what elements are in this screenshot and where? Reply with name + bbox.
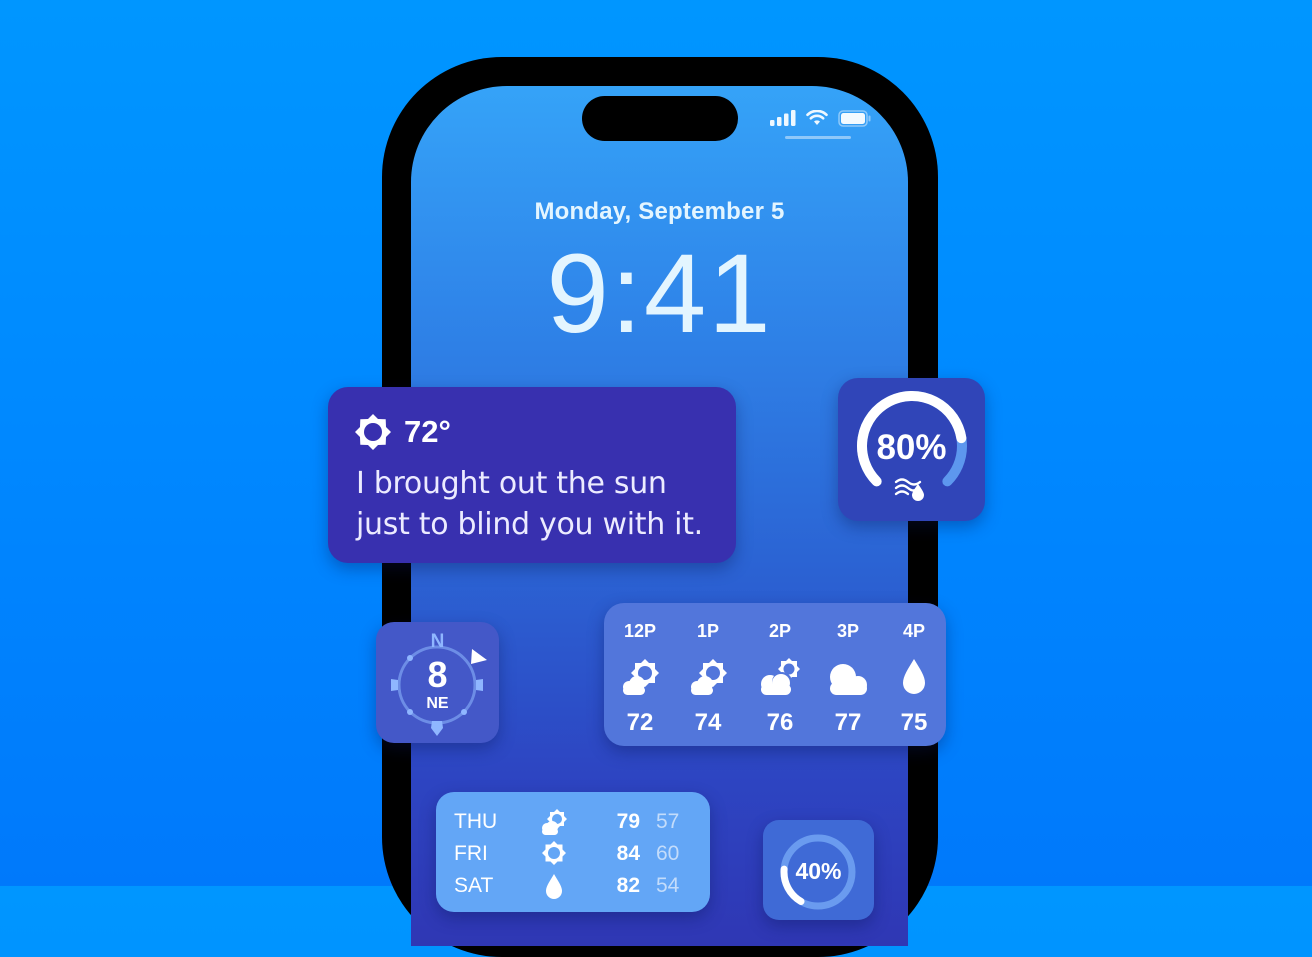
partly-sunny-icon: [542, 809, 567, 835]
compass-north-label: N: [430, 631, 445, 652]
humidity-icon: [894, 478, 924, 501]
low-temp: 57: [656, 810, 680, 833]
day-label: THU: [454, 810, 498, 833]
low-temp: 54: [656, 874, 680, 897]
low-temp: 60: [656, 842, 680, 865]
partly-sunny-icon: [691, 659, 727, 695]
high-temp: 84: [616, 842, 640, 865]
cellular-signal-icon: [770, 110, 796, 126]
hourly-temp: 75: [900, 709, 928, 736]
hourly-time: 1P: [696, 621, 720, 641]
high-temp: 82: [616, 874, 640, 897]
quote-line-1: I brought out the sun: [356, 466, 667, 501]
weather-quote-widget[interactable]: 72° I brought out the sun just to blind …: [328, 387, 736, 563]
current-temperature: 72°: [404, 414, 451, 449]
wifi-icon: [806, 110, 828, 125]
mostly-cloudy-icon: [761, 658, 800, 695]
dynamic-island: [582, 96, 738, 141]
battery-icon: [838, 109, 871, 127]
humidity-value: 80%: [876, 428, 947, 467]
lock-screen-date: Monday, September 5: [534, 198, 785, 225]
wind-direction: NE: [426, 695, 449, 712]
hourly-temp: 74: [694, 709, 722, 736]
daily-row: THU 79 57: [436, 806, 710, 838]
sun-icon: [542, 841, 566, 865]
daily-row: FRI 84 60: [436, 838, 710, 870]
weather-quote-text: I brought out the sun just to blind you …: [356, 463, 703, 545]
humidity-widget[interactable]: 80%: [838, 378, 985, 521]
quote-line-2: just to blind you with it.: [356, 507, 703, 542]
high-temp: 79: [616, 810, 640, 833]
cloud-icon: [830, 664, 867, 695]
hourly-forecast-widget[interactable]: 12P 72 1P 74 2P 76 3P 77 4P 75: [604, 603, 946, 746]
partly-sunny-icon: [623, 659, 659, 695]
hourly-time: 2P: [768, 621, 792, 641]
hourly-temp: 72: [626, 709, 654, 736]
hourly-temp: 76: [766, 709, 794, 736]
hourly-time: 4P: [902, 621, 926, 641]
hourly-time: 12P: [623, 621, 657, 641]
sun-icon: [355, 414, 391, 450]
wind-widget[interactable]: N 8 NE: [376, 622, 499, 743]
daily-forecast-widget[interactable]: THU 79 57 FRI 84 60 SAT 82 54: [436, 792, 710, 912]
day-label: SAT: [454, 874, 494, 897]
lock-screen-time: 9:41: [546, 231, 773, 356]
wind-speed: 8: [427, 654, 448, 695]
status-indicator-line: [785, 136, 851, 139]
hourly-time: 3P: [836, 621, 860, 641]
precipitation-chance-widget[interactable]: 40%: [763, 820, 874, 920]
daily-row: SAT 82 54: [436, 870, 710, 902]
rain-drop-icon: [903, 659, 925, 694]
rain-drop-icon: [546, 874, 562, 899]
day-label: FRI: [454, 842, 488, 865]
precipitation-value: 40%: [795, 858, 842, 884]
hourly-temp: 77: [834, 709, 862, 736]
status-bar: [770, 108, 872, 128]
